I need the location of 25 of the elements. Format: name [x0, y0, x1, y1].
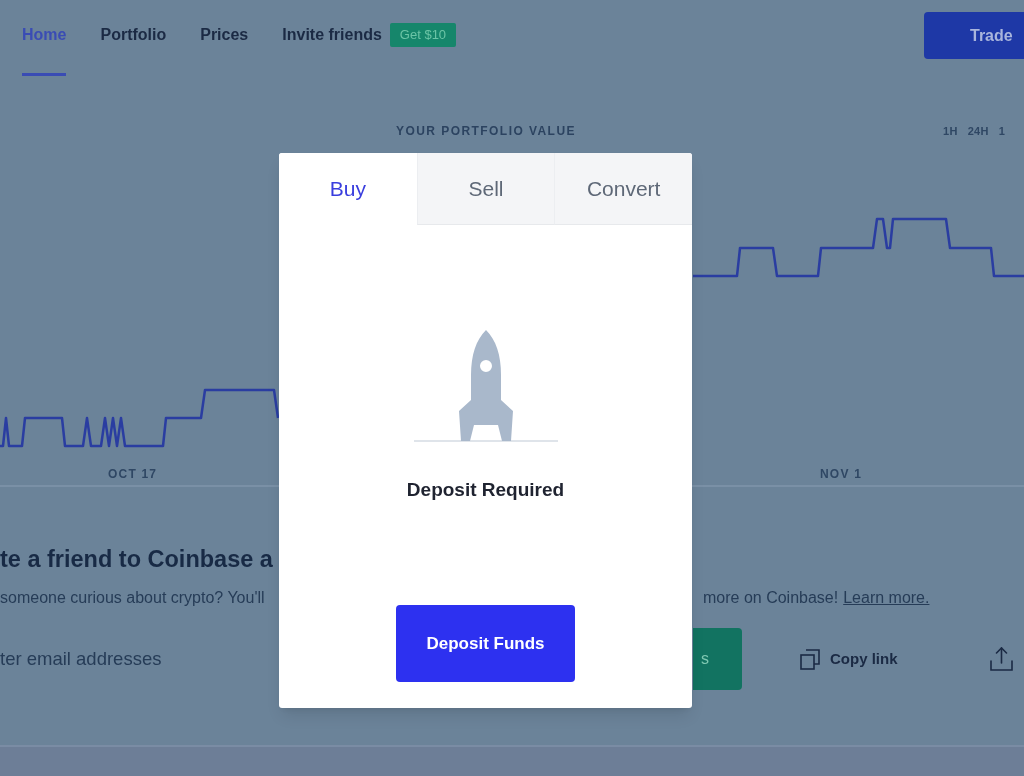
copy-icon	[800, 648, 820, 670]
dialog-tab[interactable]: Buy	[279, 153, 417, 225]
send-button[interactable]: s	[693, 628, 742, 690]
copy-link-button[interactable]: Copy link	[800, 647, 898, 671]
learn-more-link[interactable]: Learn more.	[843, 586, 930, 610]
trade-button[interactable]: Trade	[924, 12, 1024, 59]
reward-badge: Get $10	[389, 23, 457, 47]
dialog-tab[interactable]: Sell	[416, 153, 555, 225]
axis-date-label: OCT 17	[108, 466, 159, 483]
dialog-tab[interactable]: Convert	[554, 153, 692, 225]
invite-heading: te a friend to Coinbase a	[0, 545, 273, 573]
deposit-funds-button[interactable]: Deposit Funds	[396, 605, 575, 682]
time-range-button[interactable]: 1	[998, 122, 1006, 140]
nav-tab[interactable]: Invite friends	[282, 0, 382, 76]
email-field[interactable]: ter email addresses	[0, 628, 272, 690]
invite-description: someone curious about crypto? You'll	[0, 588, 266, 608]
nav-tab[interactable]: Prices	[200, 0, 249, 76]
time-range-button[interactable]: 1H	[943, 122, 958, 140]
invite-description: more on Coinbase!	[703, 588, 839, 608]
deposit-message: Deposit Required	[406, 478, 565, 502]
nav-tab[interactable]: Portfolio	[100, 0, 167, 76]
axis-date-label: NOV 1	[820, 466, 862, 483]
share-icon[interactable]	[990, 647, 1013, 671]
chart-title: YOUR PORTFOLIO VALUE	[395, 123, 577, 140]
time-range-button[interactable]: 24H	[967, 122, 989, 140]
